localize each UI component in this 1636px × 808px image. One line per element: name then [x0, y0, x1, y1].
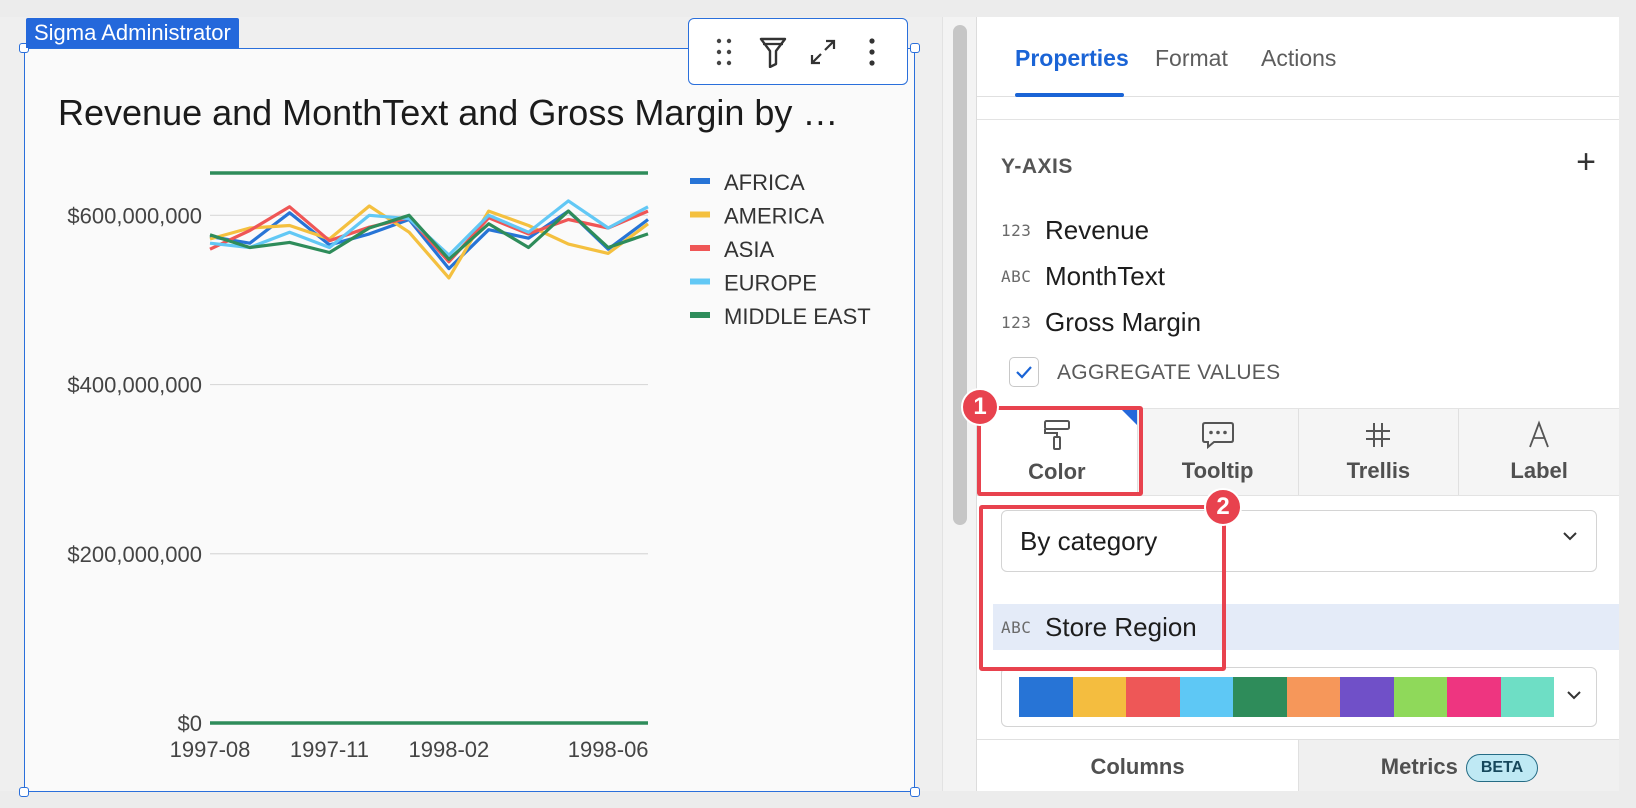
y-tick-label: $600,000,000	[67, 203, 202, 228]
palette-swatch	[1500, 677, 1554, 717]
palette-swatch	[1447, 677, 1501, 717]
number-type-icon: 123	[1001, 220, 1032, 240]
marks-tab-color[interactable]: Color	[977, 409, 1138, 495]
tab-properties[interactable]: Properties	[1015, 45, 1129, 72]
field-name: Store Region	[1045, 611, 1197, 642]
palette-swatch	[1393, 677, 1447, 717]
active-tab-indicator	[1015, 93, 1124, 97]
palette-swatch	[1233, 677, 1287, 717]
element-toolbar	[688, 18, 908, 85]
owner-tag: Sigma Administrator	[26, 18, 239, 48]
tab-metrics-label: Metrics	[1380, 754, 1458, 779]
x-tick-label: 1998-06	[568, 737, 649, 762]
section-divider	[977, 119, 1619, 120]
tab-columns[interactable]: Columns	[977, 739, 1298, 791]
y-tick-label: $200,000,000	[67, 542, 202, 567]
field-name: MonthText	[1045, 260, 1165, 291]
expand-button[interactable]	[803, 32, 843, 72]
y-axis-field-revenue[interactable]: 123 Revenue	[1001, 210, 1591, 250]
annotation-badge-1: 1	[961, 388, 999, 426]
legend-swatch	[690, 312, 710, 318]
text-label-icon	[1529, 420, 1549, 448]
legend-swatch	[690, 278, 710, 285]
series-line-middle-east	[209, 209, 649, 261]
marks-tab-label: Tooltip	[1181, 458, 1254, 483]
aggregate-values-label: AGGREGATE VALUES	[1057, 361, 1281, 384]
beta-badge: BETA	[1465, 754, 1539, 782]
legend-swatch	[690, 178, 710, 184]
palette-swatch	[1286, 677, 1340, 717]
palette-swatch	[1179, 677, 1233, 717]
text-type-icon: ABC	[1001, 266, 1032, 286]
active-corner-flag	[1120, 409, 1137, 425]
filter-button[interactable]	[753, 32, 793, 72]
chevron-down-icon	[1563, 532, 1577, 541]
number-type-icon: 123	[1001, 312, 1032, 332]
tab-columns-label: Columns	[1090, 754, 1185, 779]
app-root: Sigma Administrator Revenue and MonthTex…	[0, 0, 1636, 808]
expand-icon	[810, 39, 835, 64]
x-tick-label: 1997-08	[170, 737, 251, 762]
checkmark-icon	[1016, 366, 1032, 379]
resize-handle-bottom-left[interactable]	[19, 787, 29, 797]
legend-label: MIDDLE EAST	[724, 304, 871, 329]
palette-swatch	[1072, 677, 1126, 717]
field-name: Gross Margin	[1045, 306, 1202, 337]
palette-swatches	[1019, 677, 1554, 717]
x-tick-label: 1997-11	[290, 737, 369, 762]
y-axis-field-monthtext[interactable]: ABC MonthText	[1001, 256, 1591, 296]
panel-bottom-tabs: Columns Metrics BETA	[977, 739, 1619, 791]
x-tick-label: 1998-02	[409, 737, 490, 762]
trellis-icon	[1366, 423, 1391, 447]
palette-swatch	[1340, 677, 1394, 717]
tab-format[interactable]: Format	[1155, 45, 1228, 72]
marks-tab-label-option[interactable]: Label	[1459, 409, 1619, 495]
filter-icon	[760, 37, 787, 68]
paint-roller-icon	[1043, 420, 1070, 450]
chevron-down-icon	[1567, 691, 1581, 700]
color-mode-select[interactable]: By category	[1001, 510, 1597, 572]
tab-actions[interactable]: Actions	[1261, 45, 1336, 72]
color-palette-select[interactable]	[1001, 667, 1597, 727]
panel-tabs: Properties Format Actions	[977, 17, 1619, 97]
legend-label: AFRICA	[724, 170, 805, 195]
marks-tab-trellis[interactable]: Trellis	[1299, 409, 1460, 495]
resize-handle-bottom-right[interactable]	[910, 787, 920, 797]
legend-label: AMERICA	[724, 204, 825, 229]
legend-swatch	[690, 245, 710, 251]
drag-handle-button[interactable]	[704, 32, 744, 72]
y-tick-label: $0	[178, 711, 202, 736]
annotation-badge-2: 2	[1204, 488, 1242, 526]
properties-panel: Properties Format Actions Y-AXIS + 123 R…	[976, 17, 1619, 791]
add-y-axis-field-button[interactable]: +	[1569, 145, 1603, 181]
y-axis-section-label: Y-AXIS	[1001, 155, 1073, 178]
marks-tab-label: Label	[1510, 458, 1568, 483]
legend-label: EUROPE	[724, 271, 817, 296]
tab-metrics[interactable]: Metrics BETA	[1298, 739, 1619, 791]
text-type-icon: ABC	[1001, 617, 1032, 637]
chart-title: Revenue and MonthText and Gross Margin b…	[58, 92, 839, 133]
legend-label: ASIA	[724, 237, 774, 262]
marks-tabs: Color Tooltip Trellis Label	[977, 408, 1619, 496]
more-vertical-icon	[869, 37, 875, 66]
marks-tab-label: Color	[1028, 459, 1086, 484]
speech-bubble-icon	[1201, 422, 1234, 450]
line-chart: $600,000,000$400,000,000$200,000,000$019…	[67, 170, 871, 762]
resize-handle-top-right[interactable]	[910, 43, 920, 53]
palette-swatch	[1126, 677, 1180, 717]
color-mode-value: By category	[1020, 525, 1158, 556]
aggregate-values-checkbox[interactable]	[1009, 357, 1039, 387]
scrollbar-thumb[interactable]	[953, 25, 967, 525]
color-by-field[interactable]: ABC Store Region	[993, 604, 1619, 650]
more-options-button[interactable]	[852, 32, 892, 72]
legend-swatch	[690, 211, 710, 218]
field-name: Revenue	[1045, 214, 1150, 245]
palette-swatch	[1019, 677, 1073, 717]
y-axis-field-gross-margin[interactable]: 123 Gross Margin	[1001, 302, 1591, 342]
y-tick-label: $400,000,000	[67, 373, 202, 398]
marks-tab-label: Trellis	[1346, 458, 1411, 483]
marks-tab-tooltip[interactable]: Tooltip	[1138, 409, 1299, 495]
drag-dots-icon	[716, 38, 731, 65]
